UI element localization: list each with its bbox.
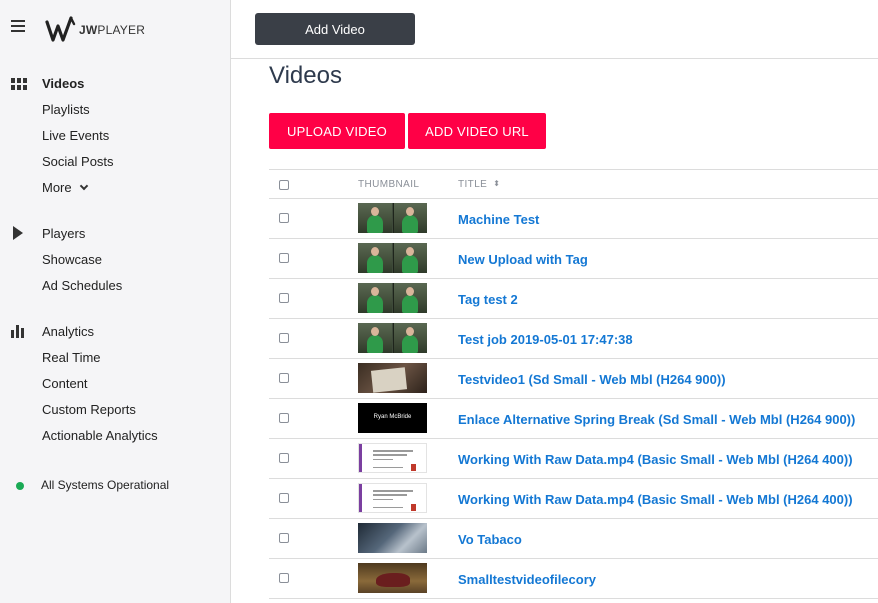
video-thumbnail[interactable] [358,563,427,593]
video-title-link[interactable]: Working With Raw Data.mp4 (Basic Small -… [458,452,853,467]
hamburger-menu-icon[interactable] [11,20,25,32]
sidebar-item-playlists[interactable]: Playlists [42,102,90,117]
video-thumbnail[interactable] [358,283,427,313]
table-row[interactable]: Ryan McBride Enlace Alternative Spring Br… [269,399,878,439]
sidebar-item-actionable-analytics[interactable]: Actionable Analytics [42,428,158,443]
system-status[interactable]: All Systems Operational [41,478,169,492]
chevron-down-icon [79,181,88,191]
brand-bar: JWPLAYER [11,14,211,44]
table-row[interactable]: Working With Raw Data.mp4 (Basic Small -… [269,479,878,519]
video-thumbnail[interactable]: Ryan McBride [358,403,427,433]
page-title: Videos [269,62,342,89]
sidebar-item-content[interactable]: Content [42,376,88,391]
add-video-url-button[interactable]: ADD VIDEO URL [408,113,546,149]
status-dot-icon [16,482,24,490]
table-row[interactable]: New Upload with Tag [269,239,878,279]
play-icon [13,226,23,240]
sidebar-item-players[interactable]: Players [42,226,85,241]
sidebar-item-custom-reports[interactable]: Custom Reports [42,402,136,417]
video-title-link[interactable]: New Upload with Tag [458,252,588,267]
video-thumbnail[interactable] [358,443,427,473]
table-row[interactable]: Working With Raw Data.mp4 (Basic Small -… [269,439,878,479]
row-checkbox[interactable] [279,573,289,583]
jwplayer-logo[interactable]: JWPLAYER [45,14,155,44]
table-header: THUMBNAIL TITLE ⬍ [269,169,878,199]
thumbnail-caption: Ryan McBride [373,414,412,420]
video-thumbnail[interactable] [358,203,427,233]
sidebar-item-analytics[interactable]: Analytics [42,324,94,339]
table-row[interactable]: Testvideo1 (Sd Small - Web Mbl (H264 900… [269,359,878,399]
row-checkbox[interactable] [279,493,289,503]
column-header-title-label: TITLE [458,179,488,190]
video-title-link[interactable]: Testvideo1 (Sd Small - Web Mbl (H264 900… [458,372,726,387]
video-title-link[interactable]: Working With Raw Data.mp4 (Basic Small -… [458,492,853,507]
row-checkbox[interactable] [279,213,289,223]
row-checkbox[interactable] [279,453,289,463]
video-thumbnail[interactable] [358,363,427,393]
add-video-button[interactable]: Add Video [255,13,415,45]
sidebar-item-more-label: More [42,180,72,195]
table-row[interactable]: Smalltestvideofilecory [269,559,878,599]
sidebar: JWPLAYER Videos Playlists Live Events So… [0,0,231,603]
video-title-link[interactable]: Test job 2019-05-01 17:47:38 [458,332,633,347]
video-title-link[interactable]: Enlace Alternative Spring Break (Sd Smal… [458,412,855,427]
select-all-checkbox[interactable] [279,180,289,190]
sidebar-item-live-events[interactable]: Live Events [42,128,109,143]
row-checkbox[interactable] [279,373,289,383]
column-header-title[interactable]: TITLE ⬍ [458,179,500,190]
video-thumbnail[interactable] [358,243,427,273]
row-checkbox[interactable] [279,333,289,343]
row-checkbox[interactable] [279,293,289,303]
sidebar-item-ad-schedules[interactable]: Ad Schedules [42,278,122,293]
grid-icon [11,78,27,90]
column-header-thumbnail: THUMBNAIL [358,179,420,190]
table-row[interactable]: Tag test 2 [269,279,878,319]
table-row[interactable]: Test job 2019-05-01 17:47:38 [269,319,878,359]
row-checkbox[interactable] [279,533,289,543]
row-checkbox[interactable] [279,253,289,263]
videos-table: THUMBNAIL TITLE ⬍ Machine Test New Upload … [269,169,878,599]
table-row[interactable]: Vo Tabaco [269,519,878,559]
row-checkbox[interactable] [279,413,289,423]
bar-chart-icon [11,325,24,338]
video-title-link[interactable]: Tag test 2 [458,292,518,307]
table-row[interactable]: Machine Test [269,199,878,239]
video-title-link[interactable]: Vo Tabaco [458,532,522,547]
upload-video-button[interactable]: UPLOAD VIDEO [269,113,405,149]
sort-icon: ⬍ [493,179,501,188]
video-thumbnail[interactable] [358,483,427,513]
video-title-link[interactable]: Machine Test [458,212,539,227]
sidebar-item-videos[interactable]: Videos [42,76,84,91]
video-title-link[interactable]: Smalltestvideofilecory [458,572,596,587]
sidebar-item-showcase[interactable]: Showcase [42,252,102,267]
logo-wordmark: JWPLAYER [79,23,146,37]
sidebar-item-social-posts[interactable]: Social Posts [42,154,114,169]
top-bar: Add Video [231,0,878,59]
sidebar-item-real-time[interactable]: Real Time [42,350,101,365]
video-thumbnail[interactable] [358,323,427,353]
sidebar-item-more[interactable]: More [42,180,88,195]
jwplayer-logo-icon [45,16,76,42]
video-thumbnail[interactable] [358,523,427,553]
table-body: Machine Test New Upload with Tag Tag test … [269,199,878,599]
